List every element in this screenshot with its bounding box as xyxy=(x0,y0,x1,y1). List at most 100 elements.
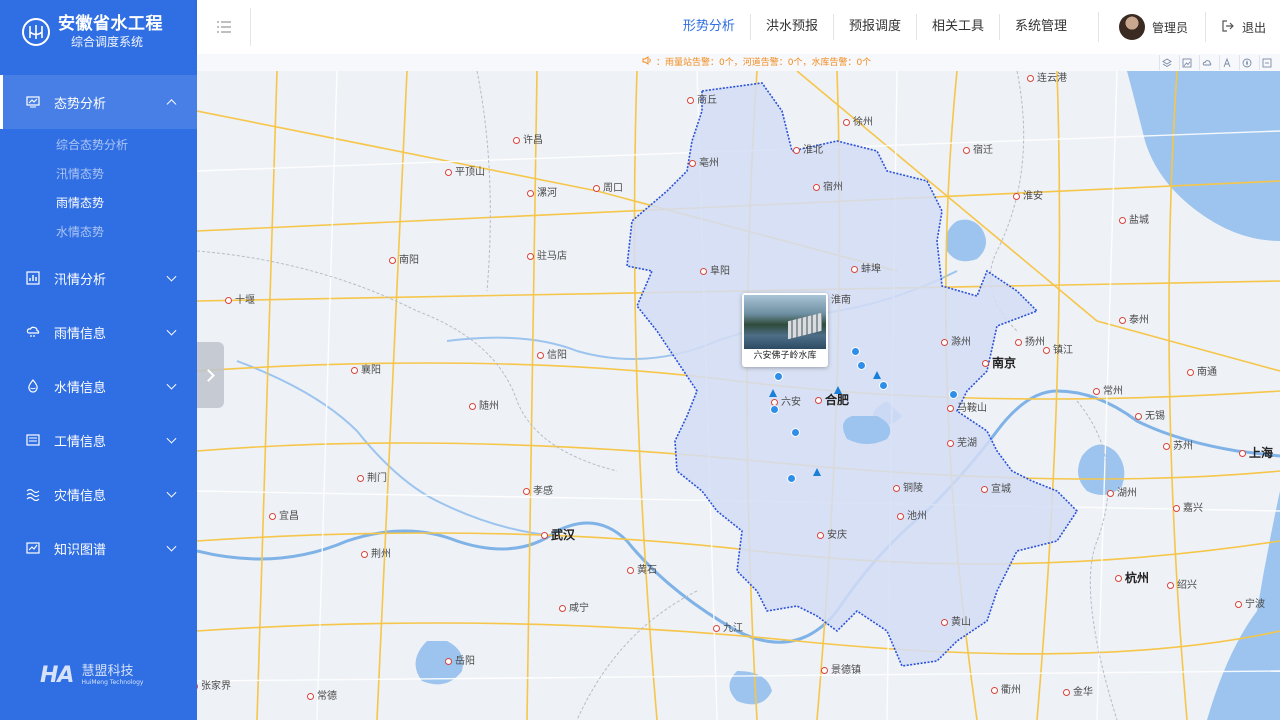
station-marker[interactable] xyxy=(879,381,888,390)
app-subtitle: 综合调度系统 xyxy=(71,34,144,49)
company-name: 慧盟科技 xyxy=(81,663,134,679)
city-label: 马鞍山 xyxy=(947,399,987,414)
station-marker[interactable] xyxy=(834,386,842,394)
station-marker[interactable] xyxy=(857,361,866,370)
graph-icon xyxy=(26,541,40,555)
user-name: 管理员 xyxy=(1151,20,1188,35)
city-label: 常州 xyxy=(1093,382,1123,397)
city-label: 无锡 xyxy=(1135,407,1165,422)
image-layer-button[interactable] xyxy=(1179,55,1194,70)
reservoir-photo xyxy=(744,295,826,349)
nav-flood-forecast[interactable]: 洪水预报 xyxy=(749,14,833,40)
weather-button[interactable] xyxy=(1199,55,1214,70)
city-label: 湖州 xyxy=(1107,484,1137,499)
nav-situation-analysis[interactable]: 形势分析 xyxy=(668,14,750,40)
layers-button[interactable] xyxy=(1159,55,1174,70)
station-marker[interactable] xyxy=(791,428,800,437)
sidebar-item-label: 灾情信息 xyxy=(54,488,107,504)
city-label: 滁州 xyxy=(941,333,971,348)
city-label: 周口 xyxy=(593,179,623,194)
city-label: 九江 xyxy=(713,619,743,634)
city-label: 宜昌 xyxy=(269,507,299,522)
sidebar-item-label: 水情信息 xyxy=(54,380,107,396)
city-label: 漯河 xyxy=(527,184,557,199)
station-marker[interactable] xyxy=(851,347,860,356)
sidebar: 安徽省水工程 综合调度系统 态势分析 综合态势分析 汛情态势 雨情态势 水情态势 xyxy=(0,0,197,720)
top-header: 形势分析 洪水预报 预报调度 相关工具 系统管理 管理员 退出 xyxy=(197,0,1280,54)
measure-icon xyxy=(1223,57,1231,67)
menu-toggle-button[interactable] xyxy=(197,8,251,46)
submenu-item-water[interactable]: 水情态势 xyxy=(0,218,197,247)
company-mark: HA xyxy=(40,663,74,688)
alarm-text: ：雨量站告警：0个，河道告警：0个，水库告警：0个 xyxy=(656,58,872,68)
city-label: 咸宁 xyxy=(559,599,589,614)
speaker-icon xyxy=(642,55,652,68)
city-label: 襄阳 xyxy=(351,361,381,376)
reservoir-name: 六安佛子岭水库 xyxy=(753,351,817,361)
city-label: 镇江 xyxy=(1043,341,1073,356)
city-label: 淮安 xyxy=(1013,187,1043,202)
submenu-situation: 综合态势分析 汛情态势 雨情态势 水情态势 xyxy=(0,129,197,251)
city-label: 苏州 xyxy=(1163,437,1193,452)
submenu-item-rain[interactable]: 雨情态势 xyxy=(0,189,197,218)
brand: 安徽省水工程 综合调度系统 xyxy=(0,0,197,63)
station-marker[interactable] xyxy=(787,474,796,483)
sidebar-collapse-toggle[interactable] xyxy=(197,342,224,408)
city-label: 衢州 xyxy=(991,681,1021,696)
user-menu[interactable]: 管理员 xyxy=(1097,12,1188,42)
reservoir-popup[interactable]: 六安佛子岭水库 xyxy=(742,293,828,367)
city-label: 随州 xyxy=(469,397,499,412)
sidebar-item-flood-analysis[interactable]: 汛情分析 xyxy=(0,251,197,305)
city-label: 驻马店 xyxy=(527,247,567,262)
city-label-major: 武汉 xyxy=(541,526,575,543)
city-label: 泰州 xyxy=(1119,311,1149,326)
sidebar-item-situation-analysis[interactable]: 态势分析 xyxy=(0,75,197,129)
city-label: 荆州 xyxy=(361,545,391,560)
chart-icon xyxy=(26,271,40,285)
submenu-item-overall[interactable]: 综合态势分析 xyxy=(0,131,197,160)
layers-icon xyxy=(1162,57,1172,67)
facility-icon xyxy=(26,433,40,447)
submenu-item-flood[interactable]: 汛情态势 xyxy=(0,160,197,189)
city-label: 阜阳 xyxy=(700,262,730,277)
sidebar-item-label: 知识图谱 xyxy=(54,542,107,558)
station-marker[interactable] xyxy=(774,372,783,381)
station-marker[interactable] xyxy=(873,371,881,379)
city-label-major: 杭州 xyxy=(1115,569,1149,586)
toggle-panel-button[interactable] xyxy=(1259,55,1274,70)
nav-related-tools[interactable]: 相关工具 xyxy=(915,14,999,40)
city-label: 淮北 xyxy=(793,141,823,156)
sidebar-item-engineering-info[interactable]: 工情信息 xyxy=(0,413,197,467)
logout-button[interactable]: 退出 xyxy=(1204,12,1266,42)
map-view[interactable]: 连云港 淮北 亳州 徐州 商丘 宿州 阜阳 蚌埠 淮南 六安 合肥 滁州 南京 … xyxy=(197,71,1280,720)
station-marker[interactable] xyxy=(770,405,779,414)
nav-forecast-dispatch[interactable]: 预报调度 xyxy=(832,14,916,40)
sidebar-item-label: 汛情分析 xyxy=(54,272,107,288)
location-button[interactable] xyxy=(1239,55,1254,70)
sidebar-item-disaster-info[interactable]: 灾情信息 xyxy=(0,467,197,521)
sidebar-item-knowledge-graph[interactable]: 知识图谱 xyxy=(0,521,197,575)
chevron-down-icon xyxy=(166,433,177,444)
side-menu: 态势分析 综合态势分析 汛情态势 雨情态势 水情态势 汛情分析 雨情信息 水情信… xyxy=(0,75,197,575)
measure-button[interactable] xyxy=(1219,55,1234,70)
chevron-down-icon xyxy=(166,271,177,282)
city-label: 宿州 xyxy=(813,178,843,193)
city-label: 南阳 xyxy=(389,251,419,266)
city-label: 盐城 xyxy=(1119,211,1149,226)
station-marker[interactable] xyxy=(949,390,958,399)
nav-system-management[interactable]: 系统管理 xyxy=(998,14,1082,40)
panel-icon xyxy=(1262,58,1272,67)
city-label: 信阳 xyxy=(537,346,567,361)
company-logo: HA 慧盟科技 HuiMeng Technology xyxy=(40,663,143,688)
avatar xyxy=(1118,14,1145,40)
sidebar-item-water-info[interactable]: 水情信息 xyxy=(0,359,197,413)
sidebar-item-label: 态势分析 xyxy=(54,96,107,112)
list-icon xyxy=(216,21,231,33)
station-marker[interactable] xyxy=(769,389,777,397)
city-label: 南通 xyxy=(1187,363,1217,378)
city-label: 景德镇 xyxy=(821,661,861,676)
top-nav: 形势分析 洪水预报 预报调度 相关工具 系统管理 xyxy=(668,0,1082,54)
station-marker[interactable] xyxy=(813,468,821,476)
sidebar-item-rain-info[interactable]: 雨情信息 xyxy=(0,305,197,359)
city-label: 芜湖 xyxy=(947,434,977,449)
